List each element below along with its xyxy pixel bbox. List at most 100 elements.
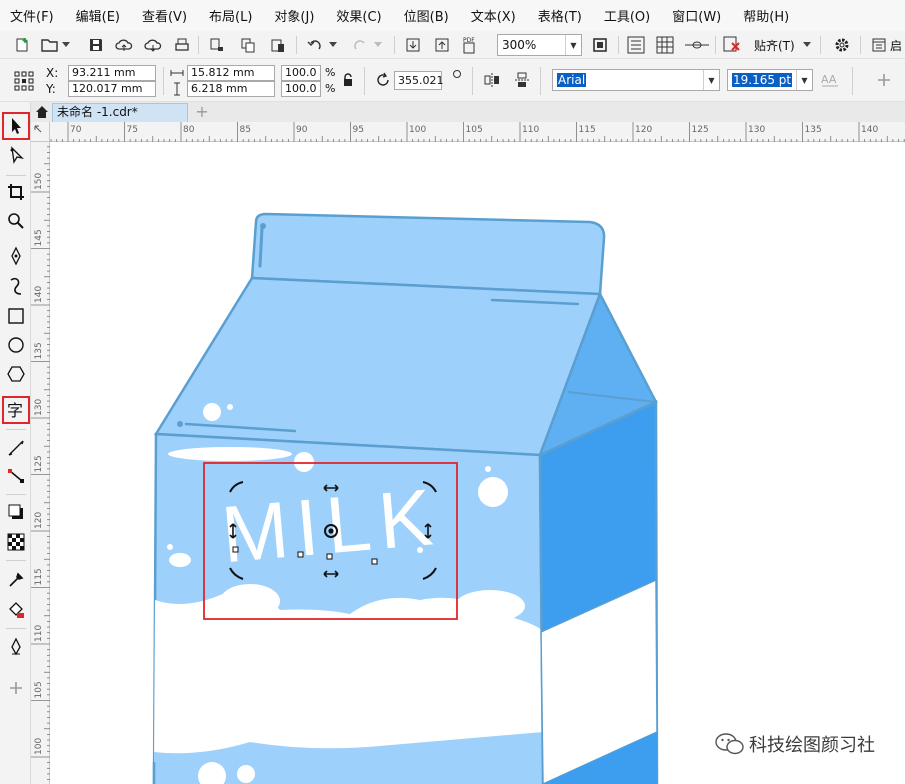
menu-edit[interactable]: 编辑(E) xyxy=(76,6,120,25)
open-dropdown-icon[interactable] xyxy=(60,35,72,55)
scale-height-field[interactable]: 100.0 xyxy=(281,81,321,97)
ellipse-tool-icon[interactable] xyxy=(4,333,28,357)
cloud-upload-icon[interactable] xyxy=(114,35,134,55)
chevron-down-icon[interactable]: ▼ xyxy=(703,70,719,90)
font-select[interactable]: Arial ▼ xyxy=(552,69,720,91)
menu-layout[interactable]: 布局(L) xyxy=(209,6,252,25)
add-tool-icon[interactable] xyxy=(4,676,28,700)
toolbox: 字 xyxy=(0,102,31,784)
ruler-h-label: 135 xyxy=(805,125,822,135)
ruler-h-label: 90 xyxy=(296,125,308,135)
drop-shadow-tool-icon[interactable] xyxy=(4,500,28,524)
copy-icon[interactable] xyxy=(238,35,258,55)
object-origin-icon[interactable] xyxy=(12,69,36,93)
chevron-down-icon[interactable]: ▼ xyxy=(796,70,812,90)
menu-window[interactable]: 窗口(W) xyxy=(672,6,721,25)
mirror-horizontal-icon[interactable] xyxy=(482,70,502,90)
menu-view[interactable]: 查看(V) xyxy=(142,6,187,25)
crop-tool-icon[interactable] xyxy=(4,180,28,204)
snap-off-icon[interactable] xyxy=(722,35,742,55)
watermark: 科技绘图颜习社 xyxy=(715,731,875,757)
zoom-tool-icon[interactable] xyxy=(4,209,28,233)
rotation-field[interactable]: 355.021 xyxy=(394,71,444,90)
shape-tool-icon[interactable] xyxy=(4,144,28,168)
menu-help[interactable]: 帮助(H) xyxy=(743,6,789,25)
ruler-h-label: 70 xyxy=(70,125,82,135)
polygon-tool-icon[interactable] xyxy=(4,362,28,386)
font-list-icon[interactable]: AA xyxy=(820,70,840,90)
menu-tools[interactable]: 工具(O) xyxy=(604,6,650,25)
gear-icon[interactable] xyxy=(832,35,852,55)
save-icon[interactable] xyxy=(86,35,106,55)
y-position-field[interactable]: 120.017 mm xyxy=(68,81,156,97)
home-icon[interactable] xyxy=(33,104,51,120)
menu-text[interactable]: 文本(X) xyxy=(471,6,516,25)
grid-icon[interactable] xyxy=(655,35,675,55)
vertical-ruler[interactable]: 150 145 140 135 130 125 120 115 110 105 100 xyxy=(31,142,50,784)
export-pdf-icon[interactable]: PDF xyxy=(460,35,484,55)
rectangle-tool-icon[interactable] xyxy=(4,304,28,328)
horizontal-ruler[interactable]: 70 75 80 85 90 95 100 105 110 115 120 125 130 135 140 xyxy=(50,122,905,142)
ruler-v-label: 135 xyxy=(34,342,44,359)
ruler-v-label: 140 xyxy=(34,286,44,303)
smart-fill-tool-icon[interactable] xyxy=(4,634,28,658)
guidelines-icon[interactable] xyxy=(684,35,710,55)
mirror-vertical-icon[interactable] xyxy=(512,70,532,90)
milk-carton-artwork: MILK xyxy=(152,212,659,784)
ruler-v-label: 110 xyxy=(34,625,44,642)
launch-icon[interactable] xyxy=(869,35,889,55)
connector-tool-icon[interactable] xyxy=(4,464,28,488)
menu-bitmaps[interactable]: 位图(B) xyxy=(404,6,449,25)
redo-dropdown-icon[interactable] xyxy=(372,35,384,55)
tab-document[interactable]: 未命名 -1.cdr* xyxy=(52,103,188,122)
paste-icon[interactable] xyxy=(268,35,288,55)
scale-height-unit: % xyxy=(325,82,336,95)
redo-icon[interactable] xyxy=(350,35,370,55)
x-position-field[interactable]: 93.211 mm xyxy=(68,65,156,81)
launch-label[interactable]: 启 xyxy=(890,37,902,54)
pick-tool-icon[interactable] xyxy=(2,112,30,140)
drawing-canvas[interactable]: MILK 科技绘图颜习社 xyxy=(50,142,905,784)
ruler-h-label: 95 xyxy=(353,125,364,135)
ruler-v-label: 145 xyxy=(34,229,44,246)
text-tool-icon[interactable]: 字 xyxy=(2,396,30,424)
open-folder-icon[interactable] xyxy=(40,35,60,55)
parallel-dimension-tool-icon[interactable] xyxy=(4,436,28,460)
ruler-v-label: 105 xyxy=(34,681,44,698)
transparency-tool-icon[interactable] xyxy=(4,530,28,554)
ruler-v-label: 150 xyxy=(34,173,44,190)
width-field[interactable]: 15.812 mm xyxy=(187,65,275,81)
interactive-fill-tool-icon[interactable] xyxy=(4,598,28,622)
undo-dropdown-icon[interactable] xyxy=(327,35,339,55)
undo-icon[interactable] xyxy=(305,35,325,55)
eyedropper-tool-icon[interactable] xyxy=(4,568,28,592)
lock-ratio-icon[interactable] xyxy=(340,72,356,88)
chevron-down-icon[interactable]: ▼ xyxy=(565,35,581,55)
menu-file[interactable]: 文件(F) xyxy=(10,6,54,25)
freehand-tool-icon[interactable] xyxy=(4,244,28,268)
menu-object[interactable]: 对象(J) xyxy=(274,6,314,25)
cut-icon[interactable] xyxy=(207,35,227,55)
print-icon[interactable] xyxy=(172,35,192,55)
import-icon[interactable] xyxy=(403,35,423,55)
ruler-h-label: 110 xyxy=(522,125,539,135)
font-size-select[interactable]: 19.165 pt ▼ xyxy=(727,69,813,91)
ruler-h-label: 125 xyxy=(692,125,709,135)
new-document-icon[interactable] xyxy=(12,35,32,55)
rulers-icon[interactable] xyxy=(626,35,646,55)
cloud-download-icon[interactable] xyxy=(143,35,163,55)
ruler-corner[interactable] xyxy=(31,122,50,142)
menu-table[interactable]: 表格(T) xyxy=(538,6,582,25)
scale-width-field[interactable]: 100.0 xyxy=(281,65,321,81)
add-preset-icon[interactable] xyxy=(874,70,894,90)
artistic-media-tool-icon[interactable] xyxy=(4,274,28,298)
height-field[interactable]: 6.218 mm xyxy=(187,81,275,97)
menu-effects[interactable]: 效果(C) xyxy=(336,6,381,25)
zoom-select[interactable]: 300% ▼ xyxy=(497,34,582,56)
add-tab-icon[interactable]: + xyxy=(193,104,211,120)
snap-to-label[interactable]: 贴齐(T) xyxy=(754,37,795,54)
export-icon[interactable] xyxy=(432,35,452,55)
ruler-h-label: 130 xyxy=(748,125,765,135)
full-screen-icon[interactable] xyxy=(590,35,610,55)
snap-dropdown-icon[interactable] xyxy=(801,35,813,55)
